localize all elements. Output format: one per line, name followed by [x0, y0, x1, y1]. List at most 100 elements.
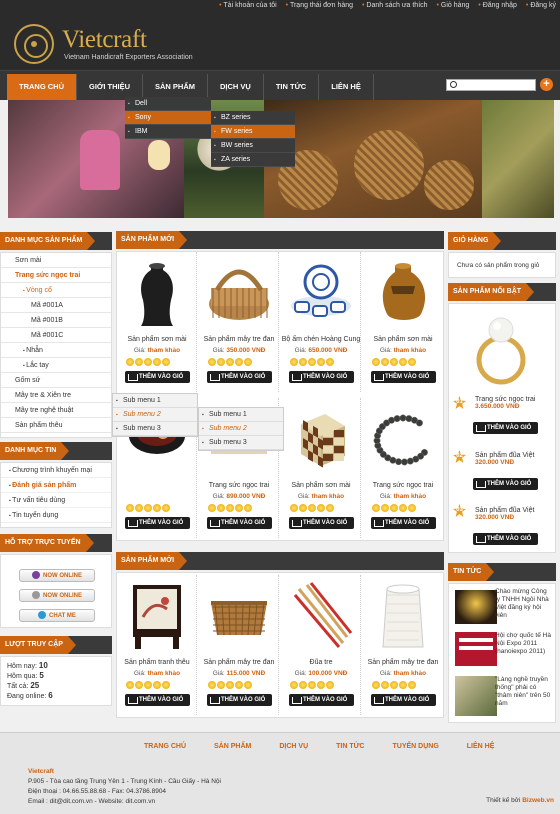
featured-item-1[interactable]: Trang sức ngọc trai 3.650.000 VNĐ [475, 396, 535, 410]
product-name[interactable]: Sản phẩm mây tre đan [199, 336, 279, 343]
category-necklace[interactable]: Vòng cổ [1, 283, 111, 298]
dropdown-item-dell[interactable]: Dell [125, 97, 211, 111]
add-to-cart-button[interactable]: THÊM VÀO GIỎ [207, 694, 272, 706]
news-promo[interactable]: Chương trình khuyến mại [1, 463, 111, 478]
product-image[interactable] [371, 258, 435, 328]
category-code-001b[interactable]: Mã #001B [1, 313, 111, 328]
flyout2-item-3[interactable]: Sub menu 3 [199, 436, 283, 450]
product-card[interactable]: Sản phẩm mây tre đan Giá: 115.000 VNĐ THÊM… [199, 575, 279, 715]
yahoo-support-button-2[interactable]: NOW ONLINE [19, 589, 95, 602]
product-card[interactable]: Sản phẩm tranh thêu Giá: tham khảo THÊM VÀ… [117, 575, 197, 715]
nav-contact[interactable]: LIÊN HỆ [319, 74, 374, 100]
add-to-cart-button[interactable]: THÊM VÀO GIỎ [207, 371, 272, 383]
add-to-cart-button[interactable]: THÊM VÀO GIỎ [289, 517, 354, 529]
skype-support-button[interactable]: CHAT ME [19, 609, 95, 622]
plus-icon[interactable]: + [540, 78, 553, 91]
link-order-status[interactable]: Trạng thái đơn hàng [286, 2, 353, 9]
add-to-cart-button[interactable]: THÊM VÀO GIỎ [289, 371, 354, 383]
product-image[interactable] [371, 581, 435, 651]
search-icon[interactable] [450, 81, 457, 88]
add-to-cart-button[interactable]: THÊM VÀO GIỎ [125, 371, 190, 383]
category-pearl-jewelry[interactable]: Trang sức ngọc trai [1, 268, 111, 283]
product-name[interactable]: Đũa tre [281, 659, 361, 666]
product-image[interactable] [289, 404, 353, 474]
category-art-bamboo[interactable]: Mây tre nghệ thuật [1, 403, 111, 418]
product-card[interactable]: Đũa tre Giá: 100.000 VNĐ THÊM VÀO GIỎ [281, 575, 361, 715]
product-card[interactable]: Sản phẩm mây tre đan Giá: 350.000 VNĐ THÊM… [199, 252, 279, 392]
category-embroidery[interactable]: Sản phẩm thêu [1, 418, 111, 433]
news-item-3[interactable]: "Làng nghề truyền thống" phải có "thâm n… [495, 676, 553, 708]
product-image[interactable] [125, 258, 189, 328]
category-ring[interactable]: Nhẫn [1, 343, 111, 358]
news-consulting[interactable]: Tư vấn tiêu dùng [1, 493, 111, 508]
product-image[interactable] [207, 581, 271, 651]
link-login[interactable]: Đăng nhập [478, 2, 517, 9]
news-jobs[interactable]: Tin tuyển dụng [1, 508, 111, 523]
flyout2-item-1[interactable]: Sub menu 1 [199, 408, 283, 422]
add-to-cart-button[interactable]: THÊM VÀO GIỎ [473, 422, 538, 434]
link-wishlist[interactable]: Danh sách ưa thích [362, 2, 428, 9]
product-name[interactable]: Trang sức ngọc trai [363, 482, 443, 489]
add-to-cart-button[interactable]: THÊM VÀO GIỎ [473, 478, 538, 490]
product-image[interactable] [207, 258, 271, 328]
add-to-cart-button[interactable]: THÊM VÀO GIỎ [371, 694, 436, 706]
news-thumb-3[interactable] [455, 676, 497, 716]
product-card[interactable]: Sản phẩm sơn mài Giá: tham khảo THÊM VÀO G… [281, 398, 361, 538]
search-input[interactable] [446, 79, 536, 91]
dropdown-item-bw[interactable]: BW series [211, 139, 295, 153]
product-card[interactable]: Bộ ấm chén Hoàng Cung Giá: 650.000 VNĐ THÊ… [281, 252, 361, 392]
product-name[interactable]: Sản phẩm tranh thêu [117, 659, 197, 666]
product-name[interactable]: Sản phẩm sơn mài [117, 336, 197, 343]
product-image[interactable] [371, 404, 435, 474]
product-name[interactable]: Sản phẩm mây tre đan [363, 659, 443, 666]
product-name[interactable]: Sản phẩm sơn mài [363, 336, 443, 343]
nav-services[interactable]: DỊCH VỤ [208, 74, 264, 100]
footer-link-news[interactable]: TIN TỨC [322, 743, 378, 750]
link-register[interactable]: Đăng ký [526, 2, 556, 9]
product-image[interactable] [289, 258, 353, 328]
footer-link-jobs[interactable]: TUYỂN DỤNG [378, 743, 452, 750]
logo-icon[interactable] [14, 24, 54, 64]
footer-link-contact[interactable]: LIÊN HỆ [453, 743, 509, 750]
add-to-cart-button[interactable]: THÊM VÀO GIỎ [371, 517, 436, 529]
link-cart[interactable]: Giỏ hàng [437, 2, 470, 9]
featured-name[interactable]: Sản phẩm đũa Việt [475, 452, 534, 459]
category-lacquer[interactable]: Sơn mài [1, 253, 111, 268]
product-name[interactable]: Bộ ấm chén Hoàng Cung [281, 336, 361, 343]
ring-image[interactable] [471, 308, 531, 388]
nav-news[interactable]: TIN TỨC [264, 74, 320, 100]
footer-link-home[interactable]: TRANG CHỦ [130, 743, 200, 750]
product-image[interactable] [289, 581, 353, 651]
add-to-cart-button[interactable]: THÊM VÀO GIỎ [125, 517, 190, 529]
flyout-item-2[interactable]: Sub menu 2 [113, 408, 197, 422]
dropdown-item-za[interactable]: ZA series [211, 153, 295, 167]
add-to-cart-button[interactable]: THÊM VÀO GIỎ [473, 533, 538, 545]
flyout-item-1[interactable]: Sub menu 1 [113, 394, 197, 408]
product-card[interactable]: Sản phẩm sơn mài Giá: tham khảo THÊM VÀO G… [117, 252, 197, 392]
dropdown-item-fw[interactable]: FW series [211, 125, 295, 139]
news-thumb-2[interactable] [455, 632, 497, 666]
product-name[interactable]: Sản phẩm sơn mài [281, 482, 361, 489]
category-ceramics[interactable]: Gốm sứ [1, 373, 111, 388]
add-to-cart-button[interactable]: THÊM VÀO GIỎ [207, 517, 272, 529]
designer-link[interactable]: Bizweb.vn [522, 797, 554, 804]
news-item-2[interactable]: Hội chợ quốc tế Hà Nội Expo 2011 (hanoie… [495, 632, 553, 656]
product-card[interactable]: Sản phẩm sơn mài Giá: tham khảo THÊM VÀO G… [363, 252, 443, 392]
dropdown-item-bz[interactable]: BZ series [211, 111, 295, 125]
flyout-item-3[interactable]: Sub menu 3 [113, 422, 197, 436]
footer-link-products[interactable]: SẢN PHẨM [200, 743, 265, 750]
product-card[interactable]: Sản phẩm mây tre đan Giá: tham khảo THÊM V… [363, 575, 443, 715]
footer-link-services[interactable]: DỊCH VỤ [265, 743, 322, 750]
featured-name[interactable]: Sản phẩm đũa Việt [475, 507, 534, 514]
featured-item-3[interactable]: Sản phẩm đũa Việt 320.000 VNĐ [475, 507, 534, 521]
news-reviews[interactable]: Đánh giá sản phẩm [1, 478, 111, 493]
featured-item-2[interactable]: Sản phẩm đũa Việt 320.000 VNĐ [475, 452, 534, 466]
link-my-account[interactable]: Tài khoản của tôi [219, 2, 277, 9]
nav-home[interactable]: TRANG CHỦ [7, 74, 77, 100]
add-to-cart-button[interactable]: THÊM VÀO GIỎ [371, 371, 436, 383]
yahoo-support-button[interactable]: NOW ONLINE [19, 569, 95, 582]
news-thumb-1[interactable] [455, 590, 497, 624]
category-bracelet[interactable]: Lắc tay [1, 358, 111, 373]
dropdown-item-sony[interactable]: Sony [125, 111, 211, 125]
category-bamboo[interactable]: Mây tre & Xiên tre [1, 388, 111, 403]
